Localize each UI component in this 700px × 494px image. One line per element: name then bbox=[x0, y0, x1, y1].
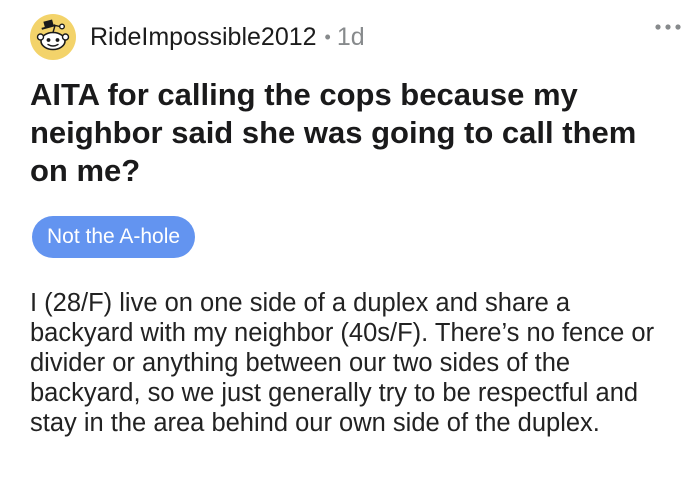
post-age: 1d bbox=[336, 22, 365, 51]
post-header: RideImpossible2012 • 1d bbox=[30, 14, 365, 60]
post-flair[interactable]: Not the A-hole bbox=[32, 216, 196, 258]
post-card: RideImpossible2012 • 1d AITA for calling… bbox=[0, 0, 700, 494]
snoo-avatar-icon[interactable] bbox=[30, 14, 76, 60]
author-username[interactable]: RideImpossible2012 bbox=[90, 23, 317, 52]
more-options-icon[interactable] bbox=[654, 20, 682, 34]
post-title[interactable]: AITA for calling the cops because my nei… bbox=[30, 76, 670, 190]
meta-separator: • bbox=[324, 26, 331, 47]
post-body: I (28/F) live on one side of a duplex an… bbox=[30, 289, 655, 437]
